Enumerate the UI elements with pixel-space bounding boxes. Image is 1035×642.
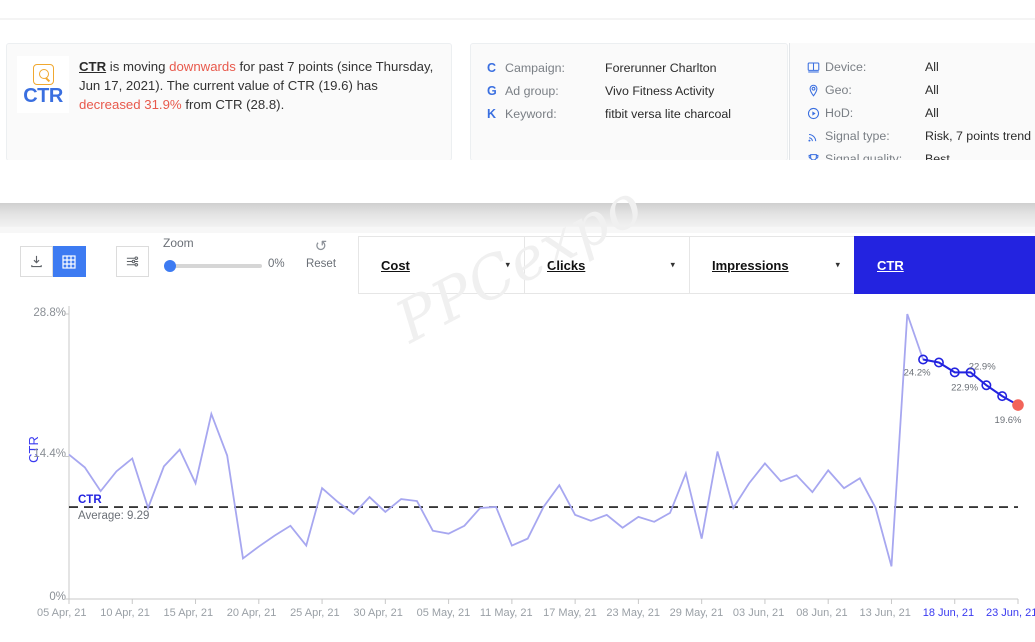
chevron-down-icon[interactable]: ▾	[835, 260, 840, 271]
filter-value-device: All	[925, 60, 939, 74]
x-tick-label: 20 Apr, 21	[226, 607, 277, 619]
clock-play-icon	[807, 107, 825, 120]
tab-cost-label: Cost	[381, 257, 410, 273]
tab-clicks-label: Clicks	[547, 257, 586, 273]
filter-label-geo: Geo:	[825, 83, 852, 97]
data-point-label: 19.6%	[995, 415, 1022, 426]
filter-row-signal-type: Signal type: Risk, 7 points trend	[807, 128, 1031, 144]
reset-button[interactable]: ↺ Reset	[305, 238, 337, 270]
zoom-slider[interactable]	[164, 259, 264, 273]
filter-value-geo: All	[925, 83, 939, 97]
meta-label-adgroup: Ad group:	[505, 84, 559, 98]
meta-row-keyword: K Keyword: fitbit versa lite charcoal	[487, 106, 731, 122]
tab-impressions-label: Impressions	[712, 257, 789, 273]
filter-value-hod: All	[925, 106, 939, 120]
filter-value-signal-type: Risk, 7 points trend	[925, 129, 1032, 143]
view-toggle-group	[20, 246, 86, 277]
x-tick-label: 30 Apr, 21	[353, 607, 403, 619]
x-tick-label: 17 May, 21	[543, 607, 597, 619]
meta-value-keyword: fitbit versa lite charcoal	[605, 107, 732, 121]
ctr-line-chart: PPCexpo CTR 28.8% 14.4% 0% CTR Average: …	[0, 170, 1035, 642]
meta-label-keyword: Keyword:	[505, 107, 557, 121]
action-row: Back Bookmark Take Action Click here to …	[0, 160, 1035, 356]
summary-change: decreased 31.9%	[79, 97, 182, 113]
x-tick-label: 25 Apr, 21	[290, 607, 340, 619]
meta-value-adgroup: Vivo Fitness Activity	[605, 84, 715, 98]
adgroup-letter-icon: G	[487, 84, 497, 98]
x-tick-label: 23 Jun, 21	[986, 607, 1035, 619]
signal-filters-card: Device: All Geo: All HoD: All Signal typ…	[789, 43, 1035, 166]
chart-plot-svg: 24.2% 22.9% 22.9% 19.6%	[64, 306, 1024, 604]
x-tick-label: 08 Jun, 21	[796, 607, 848, 619]
reset-undo-icon: ↺	[314, 238, 328, 255]
zoom-slider-track	[174, 264, 262, 268]
x-tick-label: 03 Jun, 21	[732, 607, 785, 619]
signal-detail-page: CTR CTR is moving downwards for past 7 p…	[0, 0, 1035, 642]
ctr-metric-logo: CTR	[17, 56, 69, 113]
x-tick-label: 05 Apr, 21	[37, 607, 87, 619]
tab-ctr[interactable]: CTR	[854, 236, 1035, 294]
filter-label-signal-type: Signal type:	[825, 129, 890, 143]
tab-ctr-label: CTR	[877, 257, 904, 273]
x-tick-label: 05 May, 21	[416, 607, 471, 619]
zoom-value: 0%	[268, 258, 285, 270]
x-tick-label: 13 Jun, 21	[859, 607, 911, 619]
x-tick-label: 10 Apr, 21	[100, 607, 150, 619]
signal-meta-card: C Campaign: Forerunner Charlton G Ad gro…	[470, 43, 788, 161]
section-divider	[0, 203, 1035, 227]
x-tick-label: 11 May, 21	[479, 607, 533, 619]
signal-summary-card: CTR CTR is moving downwards for past 7 p…	[6, 43, 452, 161]
ctr-logo-text: CTR	[23, 84, 63, 107]
keyword-letter-icon: K	[487, 107, 497, 121]
summary-metric-name: CTR	[79, 59, 107, 74]
tab-clicks[interactable]: Clicks ▾	[524, 236, 689, 294]
chart-toolbar: Zoom 0% ↺ Reset Cost ▾ Clicks ▾ Impressi…	[0, 233, 1035, 299]
filter-row-geo: Geo: All	[807, 82, 939, 98]
chevron-down-icon[interactable]: ▾	[505, 260, 510, 271]
summary-text-1: is moving	[106, 59, 170, 74]
signal-header: CTR CTR is moving downwards for past 7 p…	[0, 20, 1035, 166]
reset-label: Reset	[305, 258, 337, 270]
filter-row-device: Device: All	[807, 59, 939, 75]
meta-value-campaign: Forerunner Charlton	[605, 61, 717, 75]
signal-waves-icon	[807, 130, 825, 143]
tab-cost[interactable]: Cost ▾	[358, 236, 524, 294]
data-point-label: 22.9%	[969, 361, 996, 372]
grid-table-icon[interactable]	[53, 246, 86, 277]
meta-label-campaign: Campaign:	[505, 61, 565, 75]
x-tick-label: 18 Jun, 21	[922, 607, 975, 619]
zoom-label: Zoom	[163, 236, 194, 250]
device-icon	[807, 61, 825, 74]
summary-direction: downwards	[169, 59, 236, 74]
campaign-letter-icon: C	[487, 61, 497, 75]
metric-tabs: Cost ▾ Clicks ▾ Impressions ▾ CTR	[358, 236, 1035, 294]
zoom-slider-thumb[interactable]	[164, 260, 176, 272]
tab-impressions[interactable]: Impressions ▾	[689, 236, 854, 294]
sliders-settings-icon[interactable]	[116, 246, 149, 277]
x-tick-label: 29 May, 21	[669, 607, 724, 619]
signal-summary-text: CTR is moving downwards for past 7 point…	[79, 57, 439, 115]
filter-label-device: Device:	[825, 60, 867, 74]
meta-row-adgroup: G Ad group: Vivo Fitness Activity	[487, 83, 714, 99]
summary-text-3: from CTR (28.8).	[181, 97, 285, 113]
download-icon[interactable]	[20, 246, 53, 277]
meta-row-campaign: C Campaign: Forerunner Charlton	[487, 60, 717, 76]
data-point-label: 22.9%	[951, 382, 978, 393]
filter-label-hod: HoD:	[825, 106, 854, 120]
browser-top-bar	[0, 0, 1035, 20]
filter-row-hod: HoD: All	[807, 105, 939, 121]
data-point-label: 24.2%	[904, 368, 931, 379]
x-tick-label: 15 Apr, 21	[163, 607, 214, 619]
x-tick-label: 23 May, 21	[606, 607, 660, 619]
magnifier-icon	[32, 63, 54, 85]
geo-pin-icon	[807, 84, 825, 97]
chevron-down-icon[interactable]: ▾	[670, 260, 675, 271]
